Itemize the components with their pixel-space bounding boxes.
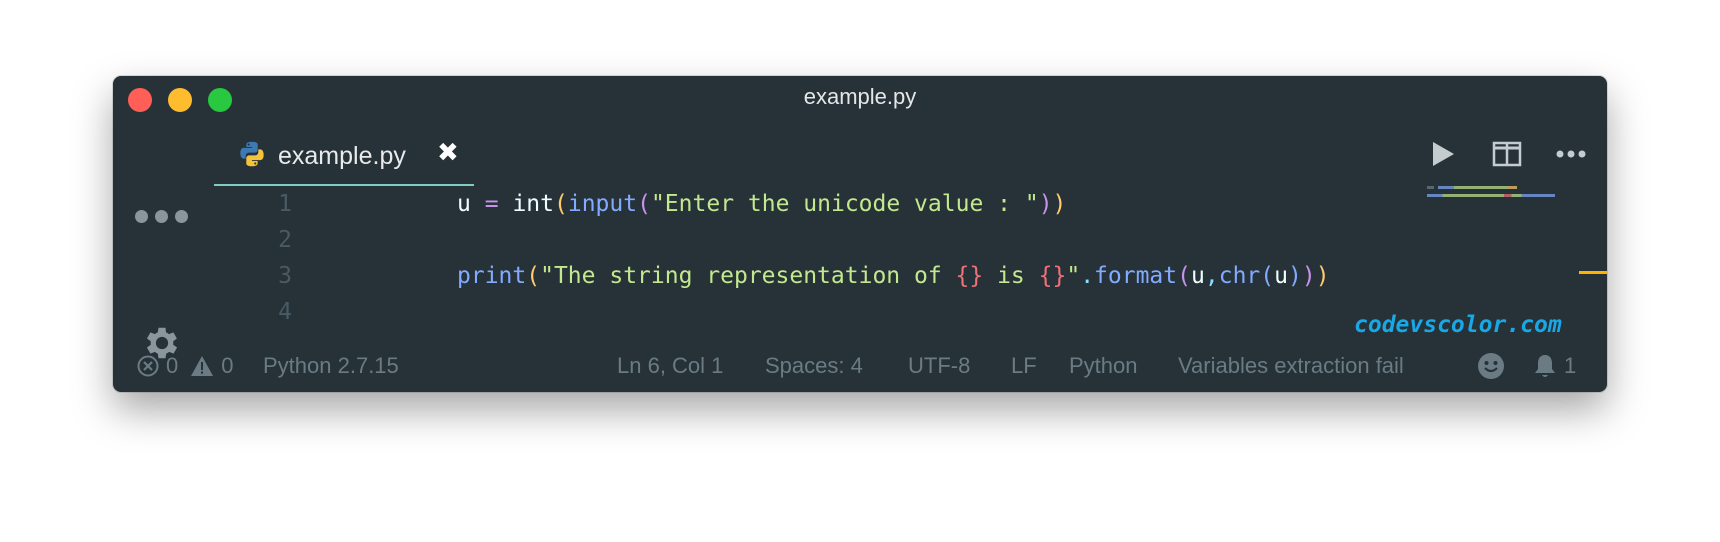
smiley-icon — [1478, 353, 1504, 379]
line-code: u = int(input("Enter the unicode value :… — [457, 186, 1066, 222]
run-button[interactable] — [1425, 136, 1461, 172]
play-icon — [1433, 142, 1454, 166]
title-bar: example.py — [113, 76, 1607, 120]
line-number: 4 — [278, 299, 292, 322]
more-views-icon[interactable] — [135, 210, 188, 223]
ellipsis-icon — [1556, 150, 1586, 158]
end-of-line[interactable]: LF — [1011, 353, 1037, 379]
indentation[interactable]: Spaces: 4 — [765, 353, 863, 379]
code-token: ( — [1260, 263, 1275, 289]
code-token: "The string representation of — [540, 263, 956, 289]
code-token: ) — [1287, 263, 1302, 289]
code-token: , — [1204, 263, 1219, 289]
code-token: {} — [1038, 263, 1067, 289]
python-interpreter[interactable]: Python 2.7.15 — [263, 353, 399, 379]
editor-window: example.py example.py ✖ 1u = int(input("… — [113, 76, 1607, 392]
code-line[interactable]: 4 — [214, 294, 1534, 322]
scroll-marker — [1579, 271, 1607, 274]
code-token: print — [457, 263, 527, 289]
minimap[interactable] — [1427, 186, 1557, 210]
split-editor-button[interactable] — [1489, 136, 1525, 172]
code-token: ) — [1301, 263, 1316, 289]
code-token: ) — [1052, 191, 1067, 217]
tab-label: example.py — [278, 142, 406, 170]
code-token: "Enter the unicode value : " — [650, 191, 1039, 217]
code-token: . — [1080, 263, 1095, 289]
warning-icon — [191, 356, 214, 376]
code-line[interactable]: 1u = int(input("Enter the unicode value … — [214, 186, 1534, 222]
line-number: 3 — [278, 263, 292, 289]
code-token: u — [1274, 263, 1288, 289]
python-icon — [240, 141, 264, 167]
error-count: 0 — [166, 353, 179, 378]
tab-example-py[interactable]: example.py ✖ — [214, 132, 474, 186]
language-mode[interactable]: Python — [1069, 353, 1138, 379]
activity-bar — [113, 120, 213, 359]
code-token: chr — [1218, 263, 1261, 289]
watermark-text: codevscolor.com — [1354, 312, 1562, 338]
code-token: = — [484, 191, 499, 217]
feedback-button[interactable] — [1477, 352, 1505, 380]
code-token: int — [512, 191, 554, 217]
code-line[interactable]: 3 print("The string representation of {} … — [214, 258, 1534, 294]
code-token: u — [1191, 263, 1205, 289]
editor-actions — [1425, 134, 1589, 174]
problems-indicator[interactable]: 0 0 — [137, 353, 234, 379]
line-number: 1 — [278, 191, 292, 217]
code-token: " — [1066, 263, 1081, 289]
code-token: format — [1094, 263, 1178, 289]
code-token: ( — [526, 263, 541, 289]
code-token: {} — [955, 263, 984, 289]
code-token: ) — [1315, 263, 1330, 289]
code-editor[interactable]: 1u = int(input("Enter the unicode value … — [214, 186, 1534, 322]
close-tab-icon[interactable]: ✖ — [437, 138, 459, 168]
code-token: ( — [1177, 263, 1191, 289]
code-token: ( — [553, 191, 568, 217]
line-number: 2 — [278, 227, 292, 253]
status-message: Variables extraction fail — [1178, 353, 1404, 378]
code-token: is — [983, 263, 1039, 289]
encoding[interactable]: UTF-8 — [908, 353, 970, 379]
code-line[interactable]: 2 — [214, 222, 1534, 258]
code-token: u — [457, 191, 471, 217]
more-actions-button[interactable] — [1553, 136, 1589, 172]
status-bar: 0 0 Python 2.7.15 Ln 6, Col 1 Spaces: 4 … — [113, 342, 1607, 392]
code-token: input — [567, 191, 638, 217]
code-token: ) — [1038, 191, 1053, 217]
notifications-button[interactable]: 1 — [1533, 353, 1576, 379]
cursor-position[interactable]: Ln 6, Col 1 — [617, 353, 723, 379]
split-editor-icon — [1492, 141, 1522, 167]
error-icon — [137, 355, 159, 377]
warning-count: 0 — [221, 353, 234, 378]
line-code: print("The string representation of {} i… — [457, 258, 1330, 294]
bell-icon — [1535, 355, 1555, 377]
window-title: example.py — [803, 84, 917, 109]
code-token: ( — [637, 191, 651, 217]
notification-count: 1 — [1564, 353, 1577, 378]
